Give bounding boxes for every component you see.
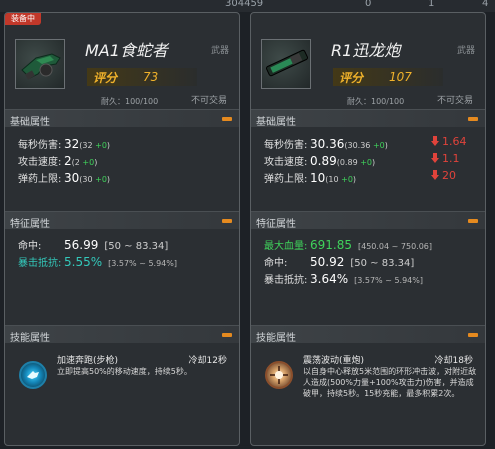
item-type: 武器: [210, 46, 229, 56]
skill-description: 以自身中心释放5米范围的环形冲击波，对附近敌人造成(500%力量+100%攻击力…: [303, 367, 477, 398]
weapon-icon: [15, 39, 65, 89]
item-type: 武器: [456, 46, 475, 56]
score-bar: 评分 107: [333, 68, 443, 86]
shockwave-skill-icon: [265, 361, 293, 389]
stat-row: 攻击速度: 2(2 +0): [18, 154, 98, 168]
stat-row: 弹药上限: 30(30 +0): [18, 171, 111, 185]
feature-row: 暴击抵抗: 5.55% [3.57% ~ 5.94%]: [18, 255, 177, 269]
stat-row: 每秒伤害: 32(32 +0): [18, 137, 111, 151]
sprint-skill-icon: [19, 361, 47, 389]
stat-row: 每秒伤害: 30.36(30.36 +0): [264, 137, 388, 151]
stat-row: 弹药上限: 10(10 +0): [264, 171, 357, 185]
feature-row: 命中: 50.92 [50 ~ 83.34]: [264, 255, 415, 269]
score-bar: 评分 73: [87, 68, 197, 86]
section-title: 特征属性: [10, 219, 50, 230]
section-title: 基础属性: [256, 117, 296, 128]
item-name: MA1食蛇者: [85, 41, 168, 60]
resource-count: 0: [365, 0, 372, 9]
weapon-icon: [261, 39, 311, 89]
section-skill-attributes[interactable]: 技能属性: [5, 325, 239, 344]
section-title: 技能属性: [10, 333, 50, 344]
stat-decrease: 1.1: [431, 152, 460, 165]
collapse-icon[interactable]: [222, 333, 232, 337]
stat-decrease: 20: [431, 169, 456, 182]
feature-row: 命中: 56.99 [50 ~ 83.34]: [18, 238, 169, 252]
skill-name: 震荡波动(重炮): [303, 356, 365, 366]
down-arrow-icon: [431, 136, 439, 146]
section-skill-attributes[interactable]: 技能属性: [251, 325, 485, 344]
section-title: 基础属性: [10, 117, 50, 128]
skill-cooldown: 冷却18秒: [434, 356, 473, 366]
collapse-icon[interactable]: [468, 333, 478, 337]
trade-status: 不可交易: [190, 96, 227, 106]
section-feature-attributes[interactable]: 特征属性: [5, 211, 239, 230]
section-feature-attributes[interactable]: 特征属性: [251, 211, 485, 230]
section-title: 特征属性: [256, 219, 296, 230]
score-label: 评分: [93, 71, 118, 85]
item-header: R1迅龙炮 武器 评分 107 耐久：100/100 不可交易: [251, 13, 485, 106]
compare-item-card: R1迅龙炮 武器 评分 107 耐久：100/100 不可交易 基础属性 每秒伤…: [250, 12, 486, 446]
score-value: 107: [389, 70, 412, 84]
collapse-icon[interactable]: [468, 117, 478, 121]
resource-count: 4: [482, 0, 489, 9]
down-arrow-icon: [431, 153, 439, 163]
collapse-icon[interactable]: [468, 219, 478, 223]
top-resource-bar: 304459 0 1 4: [0, 0, 495, 12]
equipped-item-card: 装备中 MA1食蛇者 武器 评分 73 耐久：100/100 不可交易 基础属性…: [4, 12, 240, 446]
down-arrow-icon: [431, 170, 439, 180]
item-header: 装备中 MA1食蛇者 武器 评分 73 耐久：100/100 不可交易: [5, 13, 239, 106]
collapse-icon[interactable]: [222, 219, 232, 223]
skill-name: 加速奔跑(步枪): [57, 356, 119, 366]
section-base-attributes[interactable]: 基础属性: [251, 109, 485, 128]
item-name: R1迅龙炮: [331, 41, 401, 60]
skill-cooldown: 冷却12秒: [188, 356, 227, 366]
stat-decrease: 1.64: [431, 135, 467, 148]
resource-count: 1: [428, 0, 435, 9]
section-title: 技能属性: [256, 333, 296, 344]
resource-count: 304459: [225, 0, 264, 9]
skill-description: 立即提高50%的移动速度，持续5秒。: [57, 367, 192, 376]
collapse-icon[interactable]: [222, 117, 232, 121]
score-label: 评分: [339, 71, 364, 85]
stat-row: 攻击速度: 0.89(0.89 +0): [264, 154, 376, 168]
equipped-badge: 装备中: [5, 13, 41, 25]
durability: 耐久：100/100: [101, 97, 159, 106]
trade-status: 不可交易: [436, 96, 473, 106]
section-base-attributes[interactable]: 基础属性: [5, 109, 239, 128]
score-value: 73: [143, 70, 159, 84]
feature-row: 最大血量: 691.85 [450.04 ~ 750.06]: [264, 238, 433, 252]
durability: 耐久：100/100: [347, 97, 405, 106]
feature-row: 暴击抵抗: 3.64% [3.57% ~ 5.94%]: [264, 272, 423, 286]
